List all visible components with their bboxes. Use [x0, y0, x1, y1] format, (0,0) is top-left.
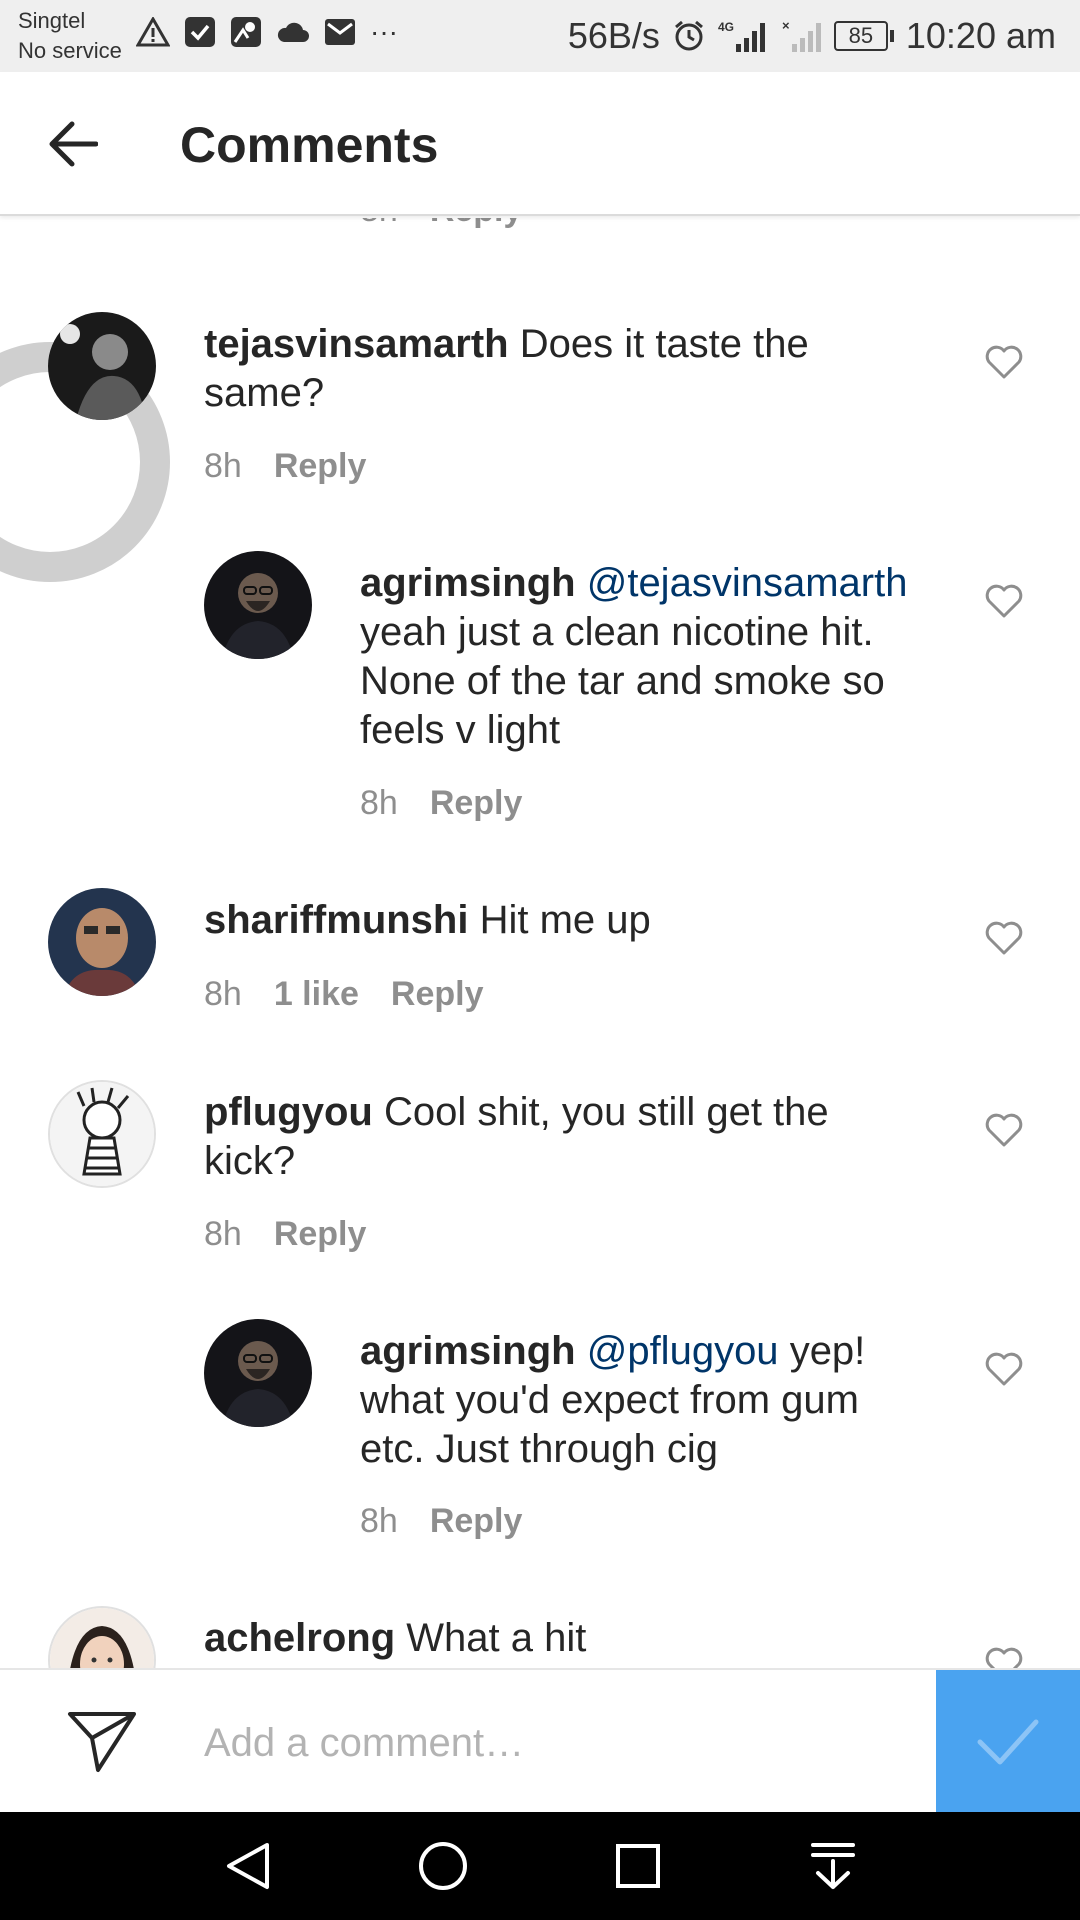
heart-icon[interactable] — [984, 920, 1024, 956]
svg-text:4G: 4G — [718, 20, 734, 34]
comment-text: pflugyou Cool shit, you still get the ki… — [204, 1088, 904, 1186]
signal-no-service-icon: × — [782, 18, 821, 52]
comment-username[interactable]: agrimsingh — [360, 561, 576, 605]
reply-button[interactable]: Reply — [430, 783, 523, 823]
paper-plane-icon[interactable] — [66, 1708, 138, 1774]
nav-recents-button[interactable] — [598, 1826, 678, 1906]
comment-meta: 8h Reply — [204, 446, 366, 486]
comment-username[interactable]: agrimsingh — [360, 1329, 576, 1373]
comment-time: 8h — [360, 218, 398, 230]
signal-4g-icon: 4G — [718, 20, 765, 52]
reply-button[interactable]: Reply — [274, 1214, 367, 1254]
battery-indicator: 85 — [833, 21, 894, 51]
comment-item: achelrong What a hit — [0, 1606, 1080, 1668]
heart-icon[interactable] — [984, 344, 1024, 380]
comment-username[interactable]: shariffmunshi — [204, 898, 468, 942]
comment-meta: 8h Reply — [204, 1214, 366, 1254]
comment-input[interactable] — [204, 1708, 924, 1778]
svg-text:×: × — [782, 18, 790, 33]
comment-message: yeah just a clean nicotine hit. None of … — [360, 610, 885, 752]
service-status: No service — [18, 38, 122, 63]
avatar[interactable] — [48, 312, 156, 420]
comment-text: achelrong What a hit — [204, 1614, 924, 1663]
checkbox-icon — [185, 17, 215, 47]
more-notifications-icon: ··· — [370, 16, 398, 47]
comment-item: shariffmunshi Hit me up 8h 1 like Reply — [0, 888, 1080, 1038]
maps-icon — [231, 17, 261, 47]
carrier-name: Singtel — [18, 8, 86, 33]
comment-message: What a hit — [406, 1616, 587, 1660]
heart-icon[interactable] — [984, 1351, 1024, 1387]
mail-icon — [325, 19, 355, 45]
comment-mention[interactable]: @tejasvinsamarth — [587, 561, 908, 605]
page-title: Comments — [180, 117, 439, 173]
battery-tip — [889, 30, 894, 42]
nav-back-button[interactable] — [208, 1826, 288, 1906]
comment-meta: 8h 1 like Reply — [204, 974, 484, 1014]
comment-list[interactable]: 8h Reply tejasvinsamarth Does it taste t… — [0, 218, 1080, 1668]
reply-button[interactable]: Reply — [430, 218, 523, 230]
comment-username[interactable]: tejasvinsamarth — [204, 322, 509, 366]
comment-time: 8h — [360, 1502, 398, 1540]
avatar[interactable] — [204, 551, 312, 659]
heart-icon[interactable] — [984, 1112, 1024, 1148]
notification-pull-icon — [810, 1843, 855, 1889]
heart-icon[interactable] — [984, 583, 1024, 619]
recents-square-icon — [615, 1844, 660, 1888]
comment-item: pflugyou Cool shit, you still get the ki… — [0, 1080, 1080, 1280]
system-navigation-bar — [0, 1812, 1080, 1920]
comment-time: 8h — [204, 447, 242, 485]
status-bar: Singtel No service ··· 56B/s 4G × 85 10:… — [0, 0, 1080, 72]
partial-comment-meta: 8h Reply — [360, 218, 522, 230]
clock: 10:20 am — [905, 15, 1056, 56]
battery-level: 85 — [833, 21, 888, 51]
warning-icon — [136, 17, 170, 47]
nav-notification-button[interactable] — [793, 1826, 873, 1906]
comment-meta: 8h Reply — [360, 1501, 522, 1541]
comment-text: agrimsingh @pflugyou yep! what you'd exp… — [360, 1327, 920, 1474]
comment-text: shariffmunshi Hit me up — [204, 896, 924, 945]
comment-reply-item: agrimsingh @tejasvinsamarth yeah just a … — [0, 551, 1080, 831]
comment-time: 8h — [360, 784, 398, 822]
home-circle-icon — [418, 1842, 467, 1890]
comment-mention[interactable]: @pflugyou — [587, 1329, 779, 1373]
reply-button[interactable]: Reply — [274, 446, 367, 486]
alarm-icon — [674, 20, 703, 51]
cloud-icon — [277, 22, 309, 42]
carrier-info: Singtel No service — [18, 6, 122, 66]
reply-button[interactable]: Reply — [391, 974, 484, 1014]
comment-text: agrimsingh @tejasvinsamarth yeah just a … — [360, 559, 940, 755]
heart-icon[interactable] — [984, 1646, 1024, 1668]
notification-icons: ··· — [136, 16, 398, 48]
comment-meta: 8h Reply — [360, 783, 522, 823]
comment-username[interactable]: achelrong — [204, 1616, 395, 1660]
comment-composer — [0, 1668, 1080, 1814]
arrow-left-icon — [49, 121, 98, 167]
likes-count[interactable]: 1 like — [274, 974, 359, 1014]
back-triangle-icon — [226, 1843, 269, 1889]
comment-item: tejasvinsamarth Does it taste the same? … — [0, 312, 1080, 512]
comment-text: tejasvinsamarth Does it taste the same? — [204, 320, 924, 418]
comment-time: 8h — [204, 975, 242, 1013]
network-speed: 56B/s — [567, 15, 660, 56]
reply-button[interactable]: Reply — [430, 1501, 523, 1541]
comment-username[interactable]: pflugyou — [204, 1090, 373, 1134]
back-button[interactable] — [36, 108, 108, 180]
avatar[interactable] — [48, 1080, 156, 1188]
comment-message: Hit me up — [479, 898, 651, 942]
comment-reply-item: agrimsingh @pflugyou yep! what you'd exp… — [0, 1319, 1080, 1549]
app-bar: Comments — [0, 72, 1080, 216]
checkmark-icon — [977, 1719, 1039, 1765]
avatar[interactable] — [48, 888, 156, 996]
nav-home-button[interactable] — [403, 1826, 483, 1906]
avatar[interactable] — [204, 1319, 312, 1427]
avatar[interactable] — [48, 1606, 156, 1668]
comment-time: 8h — [204, 1215, 242, 1253]
system-status: 56B/s 4G × 85 10:20 am — [568, 12, 1056, 60]
post-comment-button[interactable] — [936, 1670, 1080, 1814]
